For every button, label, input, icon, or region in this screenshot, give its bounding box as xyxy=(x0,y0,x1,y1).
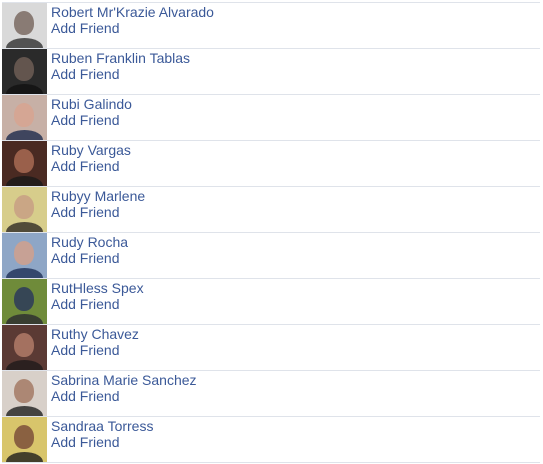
list-item: Rudy Rocha Add Friend xyxy=(2,232,540,278)
add-friend-link[interactable]: Add Friend xyxy=(51,434,153,450)
avatar-face-shape xyxy=(14,103,34,127)
list-item-info: Ruby Vargas Add Friend xyxy=(47,141,131,174)
profile-avatar[interactable] xyxy=(2,95,47,140)
list-item-info: Robert Mr'Krazie Alvarado Add Friend xyxy=(47,3,214,36)
profile-avatar[interactable] xyxy=(2,49,47,94)
list-item-info: Ruthy Chavez Add Friend xyxy=(47,325,139,358)
list-item-info: RutHless Spex Add Friend xyxy=(47,279,144,312)
avatar-face-shape xyxy=(14,241,34,265)
list-item-info: Sabrina Marie Sanchez Add Friend xyxy=(47,371,197,404)
profile-name-link[interactable]: Ruben Franklin Tablas xyxy=(51,50,190,66)
avatar-face-shape xyxy=(14,333,34,357)
list-item: Ruben Franklin Tablas Add Friend xyxy=(2,48,540,94)
add-friend-link[interactable]: Add Friend xyxy=(51,250,128,266)
list-item: Ruthy Chavez Add Friend xyxy=(2,324,540,370)
list-item: Robert Mr'Krazie Alvarado Add Friend xyxy=(2,2,540,48)
add-friend-link[interactable]: Add Friend xyxy=(51,204,145,220)
profile-name-link[interactable]: Robert Mr'Krazie Alvarado xyxy=(51,4,214,20)
profile-avatar[interactable] xyxy=(2,417,47,462)
list-item: Sabrina Marie Sanchez Add Friend xyxy=(2,370,540,416)
profile-name-link[interactable]: Sabrina Marie Sanchez xyxy=(51,372,197,388)
add-friend-link[interactable]: Add Friend xyxy=(51,112,132,128)
profile-name-link[interactable]: Ruby Vargas xyxy=(51,142,131,158)
add-friend-link[interactable]: Add Friend xyxy=(51,342,139,358)
avatar-face-shape xyxy=(14,195,34,219)
add-friend-link[interactable]: Add Friend xyxy=(51,296,144,312)
profile-avatar[interactable] xyxy=(2,233,47,278)
list-item: Rubyy Marlene Add Friend xyxy=(2,186,540,232)
avatar-face-shape xyxy=(14,379,34,403)
add-friend-link[interactable]: Add Friend xyxy=(51,158,131,174)
list-item-info: Rubyy Marlene Add Friend xyxy=(47,187,145,220)
profile-avatar[interactable] xyxy=(2,187,47,232)
friend-suggestions-list: Robert Mr'Krazie Alvarado Add Friend Rub… xyxy=(2,2,540,463)
profile-name-link[interactable]: Rudy Rocha xyxy=(51,234,128,250)
add-friend-link[interactable]: Add Friend xyxy=(51,66,190,82)
add-friend-link[interactable]: Add Friend xyxy=(51,20,214,36)
avatar-face-shape xyxy=(14,287,34,311)
avatar-face-shape xyxy=(14,57,34,81)
profile-name-link[interactable]: Rubyy Marlene xyxy=(51,188,145,204)
profile-avatar[interactable] xyxy=(2,325,47,370)
list-item-info: Sandraa Torress Add Friend xyxy=(47,417,153,450)
list-item-info: Ruben Franklin Tablas Add Friend xyxy=(47,49,190,82)
profile-avatar[interactable] xyxy=(2,141,47,186)
profile-name-link[interactable]: Sandraa Torress xyxy=(51,418,153,434)
profile-avatar[interactable] xyxy=(2,371,47,416)
list-item: Sandraa Torress Add Friend xyxy=(2,416,540,463)
add-friend-link[interactable]: Add Friend xyxy=(51,388,197,404)
list-item-info: Rudy Rocha Add Friend xyxy=(47,233,128,266)
list-item: Rubi Galindo Add Friend xyxy=(2,94,540,140)
list-item-info: Rubi Galindo Add Friend xyxy=(47,95,132,128)
profile-name-link[interactable]: Rubi Galindo xyxy=(51,96,132,112)
avatar-face-shape xyxy=(14,425,34,449)
avatar-face-shape xyxy=(14,149,34,173)
list-item: RutHless Spex Add Friend xyxy=(2,278,540,324)
avatar-face-shape xyxy=(14,11,34,35)
list-item: Ruby Vargas Add Friend xyxy=(2,140,540,186)
profile-avatar[interactable] xyxy=(2,3,47,48)
profile-name-link[interactable]: Ruthy Chavez xyxy=(51,326,139,342)
profile-name-link[interactable]: RutHless Spex xyxy=(51,280,144,296)
profile-avatar[interactable] xyxy=(2,279,47,324)
